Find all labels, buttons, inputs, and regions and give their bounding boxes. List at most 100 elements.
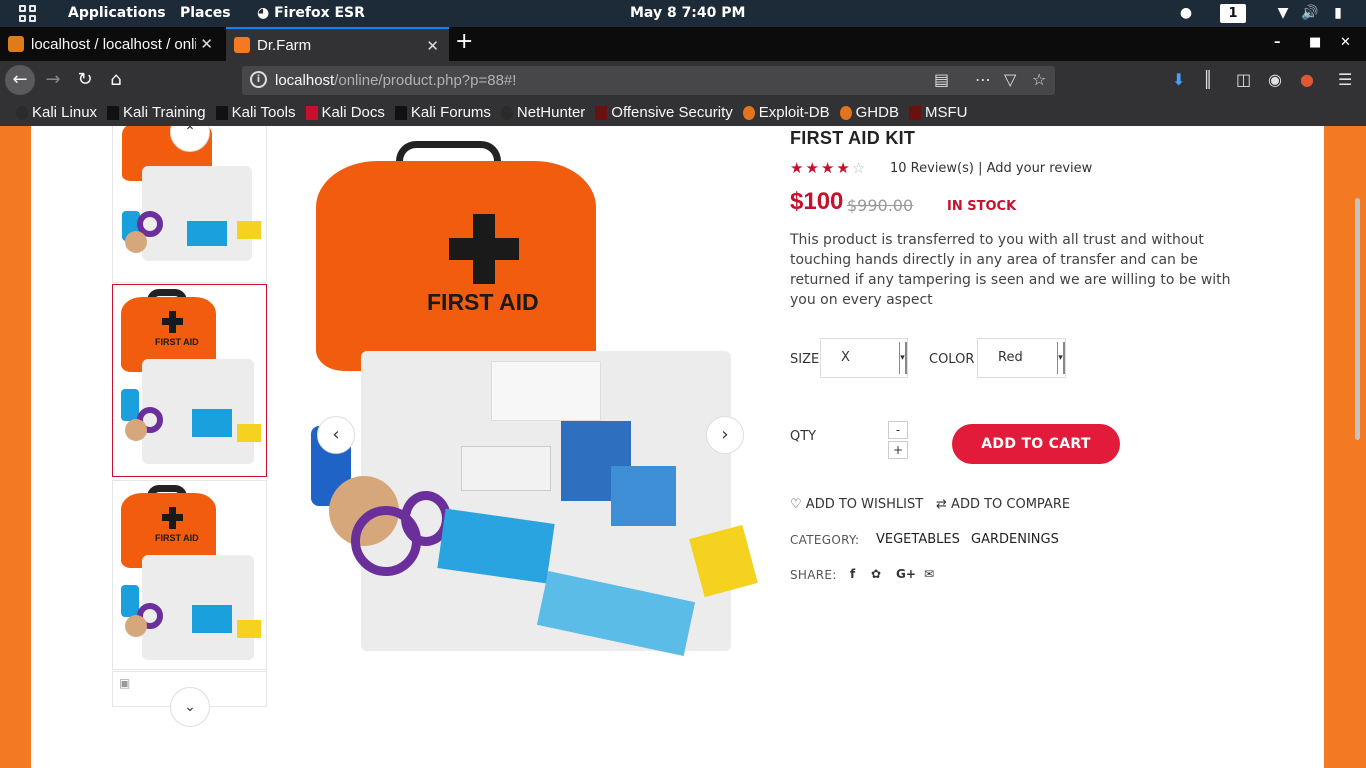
reload-icon[interactable]: ↻ <box>70 65 100 95</box>
applications-menu[interactable]: Applications <box>68 5 166 21</box>
duckduckgo-icon[interactable]: ● <box>1300 70 1314 89</box>
image-prev-button[interactable]: ‹ <box>317 416 355 454</box>
product-thumbnail[interactable]: FIRST AID <box>112 480 267 670</box>
places-menu[interactable]: Places <box>180 5 231 21</box>
account-icon[interactable]: ◉ <box>1268 70 1282 89</box>
reviews-link[interactable]: 10 Review(s) | Add your review <box>890 161 1092 176</box>
page-actions-icon[interactable]: ⋯ <box>975 70 991 89</box>
bookmark-kali-tools[interactable]: Kali Tools <box>215 104 296 121</box>
chevron-down-icon: ▾ <box>899 342 907 374</box>
category-link-vegetables[interactable]: VEGETABLES <box>876 532 960 547</box>
system-top-bar: Applications Places ◕ Firefox ESR May 8 … <box>0 0 1366 27</box>
category-label: CATEGORY: <box>790 533 860 547</box>
product-thumbnail-active[interactable]: FIRST AID <box>112 284 267 477</box>
first-aid-kit-image: FIRST AID <box>117 485 264 668</box>
kali-icon <box>215 105 228 120</box>
size-label: SIZE <box>790 352 820 367</box>
heart-icon: ♡ <box>790 497 802 512</box>
url-text[interactable]: localhost/online/product.php?p=88#! <box>275 72 516 89</box>
broken-image-icon: ▣ <box>119 676 131 690</box>
product-description: This product is transferred to you with … <box>790 232 1231 308</box>
apps-grid-icon[interactable] <box>19 5 37 22</box>
tab-strip: localhost / localhost / online ✕ Dr.Farm… <box>0 27 1366 61</box>
maximize-icon[interactable]: ■ <box>1309 35 1321 50</box>
star-icon: ★ <box>836 159 852 177</box>
first-aid-kit-image: FIRST AID <box>117 289 264 474</box>
bookmark-kali-training[interactable]: Kali Training <box>107 104 206 121</box>
exploitdb-icon <box>742 105 755 120</box>
email-icon[interactable]: ✉ <box>924 567 934 581</box>
tab-title: Dr.Farm <box>257 36 312 54</box>
bookmark-kali-linux[interactable]: Kali Linux <box>16 104 97 121</box>
workspace-indicator[interactable]: 1 <box>1220 4 1246 23</box>
google-plus-icon[interactable]: G+ <box>896 567 916 581</box>
library-icon[interactable]: ║ <box>1203 70 1213 89</box>
bookmark-kali-docs[interactable]: Kali Docs <box>305 104 385 121</box>
kali-icon <box>107 105 120 120</box>
bookmark-star-icon[interactable]: ☆ <box>1032 70 1046 89</box>
product-page-content: ⌃ FIRST AID FIRST AID ▣ ⌄ FIRST AID ‹ › … <box>31 126 1324 768</box>
window-close-icon[interactable]: ✕ <box>1340 35 1351 50</box>
site-info-icon[interactable]: i <box>250 71 267 88</box>
bookmarks-bar: Kali Linux Kali Training Kali Tools Kali… <box>0 99 1366 126</box>
star-icon: ★ <box>790 159 806 177</box>
url-bar[interactable]: i localhost/online/product.php?p=88#! ▤ … <box>242 66 1055 95</box>
bookmark-ghdb[interactable]: GHDB <box>839 104 899 121</box>
volume-icon[interactable]: 🔊 <box>1301 4 1319 22</box>
tab-drfarm[interactable]: Dr.Farm ✕ <box>226 27 449 61</box>
share-label: SHARE: <box>790 568 837 582</box>
bookmark-nethunter[interactable]: NetHunter <box>500 104 585 121</box>
site-favicon-icon <box>234 37 250 53</box>
add-to-cart-button[interactable]: ADD TO CART <box>952 424 1120 464</box>
nethunter-icon <box>500 105 513 120</box>
compare-icon: ⇄ <box>936 497 947 512</box>
add-to-wishlist-link[interactable]: ♡ ADD TO WISHLIST <box>790 497 923 512</box>
qty-decrease-button[interactable]: - <box>888 421 908 439</box>
close-icon[interactable]: ✕ <box>200 35 213 53</box>
sidebar-icon[interactable]: ◫ <box>1236 70 1251 89</box>
battery-icon[interactable]: ▮ <box>1329 4 1347 22</box>
facebook-icon[interactable]: f <box>850 567 855 581</box>
product-title: FIRST AID KIT <box>790 128 916 148</box>
navigation-bar: ← → ↻ ⌂ i localhost/online/product.php?p… <box>0 61 1366 99</box>
bookmark-msfu[interactable]: MSFU <box>908 104 967 121</box>
main-product-image: FIRST AID <box>301 136 761 691</box>
download-icon[interactable]: ⬇ <box>1172 70 1185 89</box>
twitter-icon[interactable]: ✿ <box>871 567 881 581</box>
old-price: $990.00 <box>847 196 914 215</box>
image-next-button[interactable]: › <box>706 416 744 454</box>
back-icon[interactable]: ← <box>5 65 35 95</box>
offsec-icon <box>908 105 921 120</box>
page-scrollbar[interactable] <box>1355 198 1360 440</box>
star-empty-icon: ☆ <box>851 159 868 177</box>
phpmyadmin-icon <box>8 36 24 52</box>
wifi-icon[interactable]: ▼ <box>1274 4 1292 22</box>
color-select[interactable]: Red ▾ <box>977 338 1066 378</box>
size-select[interactable]: X ▾ <box>820 338 908 378</box>
pocket-icon[interactable]: ▽ <box>1004 70 1016 89</box>
reader-view-icon[interactable]: ▤ <box>934 70 949 89</box>
people-icon[interactable]: ● <box>1177 4 1195 22</box>
new-tab-icon[interactable]: + <box>455 29 473 54</box>
product-price: $100 <box>790 188 844 215</box>
firefox-menu[interactable]: ◕ Firefox ESR <box>257 5 365 21</box>
clock[interactable]: May 8 7:40 PM <box>630 5 745 21</box>
forward-icon[interactable]: → <box>38 65 68 95</box>
qty-label: QTY <box>790 429 817 444</box>
ghdb-icon <box>839 105 852 120</box>
thumbnails-down-button[interactable]: ⌄ <box>170 687 210 727</box>
star-icon: ★ <box>820 159 837 177</box>
category-link-gardenings[interactable]: GARDENINGS <box>971 532 1059 547</box>
star-icon: ★ <box>805 159 821 177</box>
menu-icon[interactable]: ☰ <box>1338 70 1352 89</box>
minimize-icon[interactable]: – <box>1274 35 1281 50</box>
bookmark-kali-forums[interactable]: Kali Forums <box>394 104 491 121</box>
qty-increase-button[interactable]: + <box>888 441 908 459</box>
home-icon[interactable]: ⌂ <box>101 65 131 95</box>
close-icon[interactable]: ✕ <box>426 37 439 55</box>
bookmark-offensive-security[interactable]: Offensive Security <box>595 104 733 121</box>
tab-localhost[interactable]: localhost / localhost / online ✕ <box>0 27 223 61</box>
add-to-compare-link[interactable]: ⇄ ADD TO COMPARE <box>936 497 1070 512</box>
bookmark-exploit-db[interactable]: Exploit-DB <box>742 104 830 121</box>
firefox-icon: ◕ <box>257 5 270 21</box>
